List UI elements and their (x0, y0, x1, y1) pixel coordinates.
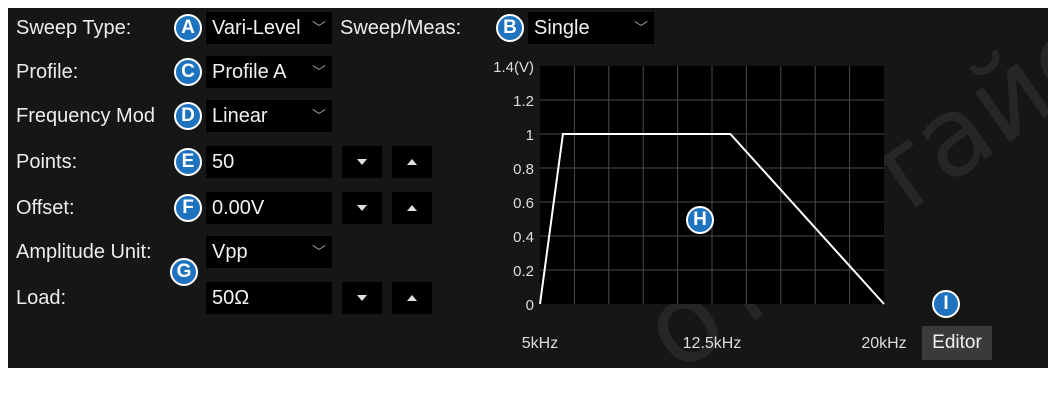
profile-value: Profile A (212, 61, 287, 83)
chevron-down-icon: ﹀ (634, 20, 648, 36)
x-tick-label: 12.5kHz (683, 335, 742, 352)
load-input[interactable]: 50Ω (206, 282, 332, 314)
y-tick-label: 0.4 (513, 229, 534, 246)
y-tick-label: 0.6 (513, 195, 534, 212)
points-input[interactable]: 50 (206, 146, 332, 178)
y-tick-label: 0 (526, 297, 534, 314)
y-tick-label: 1.2 (513, 93, 534, 110)
points-decrement-button[interactable] (342, 146, 382, 178)
y-tick-label: 0.8 (513, 161, 534, 178)
offset-input[interactable]: 0.00V (206, 192, 332, 224)
sweep-meas-dropdown[interactable]: Single ﹀ (528, 12, 654, 44)
profile-dropdown[interactable]: Profile A ﹀ (206, 56, 332, 88)
sweep-settings-panel: ответайс Sweep Type: A Vari-Level ﹀ Swee… (8, 0, 1056, 396)
frequency-mode-value: Linear (212, 105, 268, 127)
arrow-down-icon (357, 205, 367, 211)
badge-d: D (174, 102, 202, 130)
sweep-type-value: Vari-Level (212, 17, 301, 39)
x-tick-label: 5kHz (522, 335, 558, 352)
chevron-down-icon: ﹀ (312, 244, 326, 260)
badge-b: B (496, 14, 524, 42)
sweep-meas-label: Sweep/Meas: (340, 17, 462, 39)
chevron-down-icon: ﹀ (312, 64, 326, 80)
arrow-up-icon (407, 159, 417, 165)
offset-decrement-button[interactable] (342, 192, 382, 224)
chevron-down-icon: ﹀ (312, 20, 326, 36)
frequency-mode-label: Frequency Mod (16, 105, 155, 127)
points-increment-button[interactable] (392, 146, 432, 178)
badge-a: A (174, 14, 202, 42)
frequency-mode-dropdown[interactable]: Linear ﹀ (206, 100, 332, 132)
x-tick-label: 20kHz (861, 335, 906, 352)
profile-label: Profile: (16, 61, 79, 83)
badge-h: H (686, 206, 714, 234)
editor-button[interactable]: Editor (922, 326, 992, 360)
points-label: Points: (16, 151, 78, 173)
sweep-type-dropdown[interactable]: Vari-Level ﹀ (206, 12, 332, 44)
amplitude-unit-dropdown[interactable]: Vpp ﹀ (206, 236, 332, 268)
y-tick-label: 1.4(V) (493, 59, 534, 76)
badge-e: E (174, 148, 202, 176)
badge-c: C (174, 58, 202, 86)
badge-f: F (174, 194, 202, 222)
arrow-down-icon (357, 159, 367, 165)
sweep-type-label: Sweep Type: (16, 17, 132, 39)
y-tick-label: 1 (526, 127, 534, 144)
sweep-meas-value: Single (534, 17, 590, 39)
badge-i: I (932, 290, 960, 318)
offset-label: Offset: (16, 197, 75, 219)
amplitude-unit-value: Vpp (212, 241, 248, 263)
arrow-up-icon (407, 205, 417, 211)
amplitude-unit-label: Amplitude Unit: (16, 241, 152, 263)
load-label: Load: (16, 287, 67, 309)
badge-g: G (170, 258, 198, 286)
chevron-down-icon: ﹀ (312, 108, 326, 124)
arrow-up-icon (407, 295, 417, 301)
offset-increment-button[interactable] (392, 192, 432, 224)
load-increment-button[interactable] (392, 282, 432, 314)
load-decrement-button[interactable] (342, 282, 382, 314)
arrow-down-icon (357, 295, 367, 301)
y-tick-label: 0.2 (513, 263, 534, 280)
